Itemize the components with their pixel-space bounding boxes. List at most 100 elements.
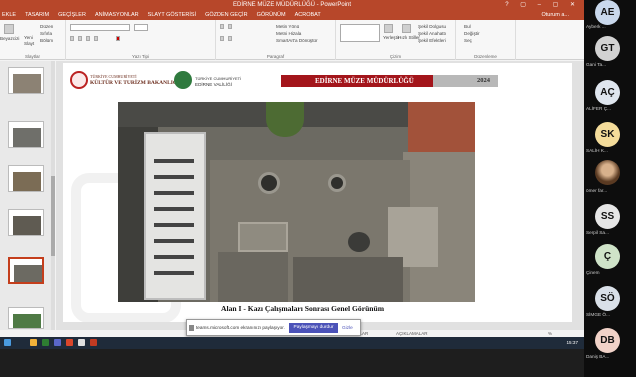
taskbar-clock: 15:37 bbox=[566, 340, 579, 345]
slide-thumbnail[interactable] bbox=[8, 165, 44, 192]
participant-avatar[interactable]: GT bbox=[595, 36, 620, 61]
find-button[interactable]: Bul bbox=[464, 24, 471, 29]
group-duzenleme: Bul Değiştir Seç Düzenleme bbox=[456, 20, 516, 60]
participant-name: ömer far... bbox=[586, 188, 608, 193]
excavation-aerial-photo bbox=[118, 102, 475, 302]
group-label-duzenleme: Düzenleme bbox=[474, 54, 497, 59]
acrobat-icon[interactable] bbox=[90, 339, 97, 346]
participant-avatar[interactable]: SS bbox=[595, 204, 620, 229]
participant-photo[interactable] bbox=[595, 160, 620, 185]
font-size-field[interactable] bbox=[134, 24, 148, 31]
excel-icon[interactable] bbox=[42, 339, 49, 346]
shapes-gallery[interactable] bbox=[340, 24, 380, 42]
museum-banner: EDİRNE MÜZE MÜDÜRLÜĞÜ 2024 bbox=[281, 75, 498, 87]
title-bar: EDİRNE MÜZE MÜDÜRLÜĞÜ - PowerPoint ? ▢ –… bbox=[0, 0, 584, 10]
slide-thumbnail-selected[interactable] bbox=[8, 257, 44, 284]
smartart-button[interactable]: SmartArt'a Dönüştür bbox=[276, 38, 317, 43]
slide-thumbnail[interactable] bbox=[8, 67, 44, 94]
screen-share-bar: teams.microsoft.com ekranınızı paylaşıyo… bbox=[186, 319, 361, 336]
slide-thumbnail[interactable] bbox=[8, 209, 44, 236]
powerpoint-icon[interactable] bbox=[66, 339, 73, 346]
share-message: teams.microsoft.com ekranınızı paylaşıyo… bbox=[196, 325, 285, 330]
window-controls[interactable]: ? ▢ – ▢ ✕ bbox=[505, 0, 580, 10]
participants-panel: AE Ayberk ... GT Gani Ta... AÇ ALİFER Ç.… bbox=[584, 0, 636, 377]
shadow-icon[interactable] bbox=[94, 36, 98, 41]
hide-share-bar-link[interactable]: Gizle bbox=[342, 325, 353, 330]
quick-styles-button[interactable]: Hızlı Stiller bbox=[398, 35, 420, 40]
tab-slayt-gosterisi[interactable]: SLAYT GÖSTERİSİ bbox=[148, 12, 196, 18]
tab-ekle[interactable]: EKLE bbox=[2, 12, 16, 18]
new-slide-label: Slayt bbox=[24, 41, 35, 46]
participant-name: ALİFER Ç... bbox=[586, 106, 612, 111]
stop-sharing-button[interactable]: Paylaşmayı durdur bbox=[289, 323, 338, 333]
align-text-button[interactable]: Metni Hizala bbox=[276, 31, 301, 36]
bullets-icon[interactable] bbox=[220, 24, 224, 29]
windows-start-icon[interactable] bbox=[4, 339, 11, 346]
ministry-line2: KÜLTÜR VE TURİZM BAKANLIĞI bbox=[90, 80, 180, 86]
font-color-icon[interactable] bbox=[116, 36, 120, 41]
reset-button[interactable]: Sıfırla bbox=[40, 31, 52, 36]
arrange-icon[interactable] bbox=[384, 24, 393, 33]
bold-icon[interactable] bbox=[70, 36, 74, 41]
teams-icon[interactable] bbox=[54, 339, 61, 346]
windows-taskbar: 15:37 bbox=[0, 337, 584, 349]
signin-link[interactable]: Oturum a... bbox=[541, 12, 569, 18]
participant-avatar[interactable]: SK bbox=[595, 122, 620, 147]
underline-icon[interactable] bbox=[86, 36, 90, 41]
participant-name: Ayberk ... bbox=[586, 24, 606, 29]
select-button[interactable]: Seç bbox=[464, 38, 472, 43]
tab-gozden-gecir[interactable]: GÖZDEN GEÇİR bbox=[205, 12, 247, 18]
chrome-icon[interactable] bbox=[78, 339, 85, 346]
slide-thumbnail[interactable] bbox=[8, 121, 44, 148]
group-label-paragraf: Paragraf bbox=[266, 54, 285, 59]
banner-year: 2024 bbox=[477, 77, 490, 84]
participant-avatar[interactable]: SÖ bbox=[595, 286, 620, 311]
group-yazi-tipi: Yazı Tipi bbox=[66, 20, 216, 60]
participant-name: Serpil Sa... bbox=[586, 230, 609, 235]
governorship-logo bbox=[174, 71, 192, 89]
file-explorer-icon[interactable] bbox=[30, 339, 37, 346]
shape-effects-button[interactable]: Şekil Efektleri bbox=[418, 38, 446, 43]
tab-gecisler[interactable]: GEÇİŞLER bbox=[58, 12, 86, 18]
powerpoint-window: EDİRNE MÜZE MÜDÜRLÜĞÜ - PowerPoint ? ▢ –… bbox=[0, 0, 584, 377]
align-center-icon[interactable] bbox=[228, 36, 232, 41]
section-button[interactable]: Bölüm bbox=[40, 38, 53, 43]
comments-button[interactable]: AÇIKLAMALAR bbox=[396, 331, 428, 336]
participant-avatar[interactable]: AÇ bbox=[595, 80, 620, 105]
banner-title: EDİRNE MÜZE MÜDÜRLÜĞÜ bbox=[315, 77, 414, 85]
group-label-cizim: Çizim bbox=[389, 54, 402, 59]
participant-name: Gani Ta... bbox=[586, 62, 606, 67]
tab-tasarim[interactable]: TASARIM bbox=[25, 12, 49, 18]
zoom-level[interactable]: % bbox=[548, 331, 552, 336]
layout-button[interactable]: Düzen bbox=[40, 24, 53, 29]
participant-avatar[interactable]: AE bbox=[595, 0, 620, 25]
window-title: EDİRNE MÜZE MÜDÜRLÜĞÜ - PowerPoint bbox=[232, 2, 352, 8]
group-label-slaytlar: Slaytlar bbox=[24, 54, 40, 59]
ribbon-label-clipboard: Beyazcizi bbox=[0, 36, 20, 41]
tab-gorunum[interactable]: GÖRÜNÜM bbox=[257, 12, 286, 18]
slide-caption: Alan I - Kazı Çalışmaları Sonrası Genel … bbox=[221, 304, 385, 313]
shape-outline-button[interactable]: Şekil Anahattı bbox=[418, 31, 446, 36]
participant-name: Çinem bbox=[586, 270, 600, 275]
group-label-yazi-tipi: Yazı Tipi bbox=[132, 54, 149, 59]
text-direction-button[interactable]: Metin Yönü bbox=[276, 24, 299, 29]
thumbnail-scrollbar[interactable] bbox=[51, 61, 55, 337]
participant-avatar[interactable]: Ç bbox=[595, 244, 620, 269]
replace-button[interactable]: Değiştir bbox=[464, 31, 480, 36]
italic-icon[interactable] bbox=[78, 36, 82, 41]
new-slide-button[interactable]: Yeni bbox=[24, 35, 33, 40]
quick-styles-icon[interactable] bbox=[402, 24, 411, 33]
current-slide[interactable]: TÜRKİYE CUMHURİYETİ KÜLTÜR VE TURİZM BAK… bbox=[63, 63, 572, 322]
governorship-name: TÜRKİYE CUMHURİYETİ EDİRNE VALİLİĞİ bbox=[195, 76, 241, 88]
shape-fill-button[interactable]: Şekil Dolgusu bbox=[418, 24, 446, 29]
font-name-field[interactable] bbox=[70, 24, 130, 31]
new-slide-icon[interactable] bbox=[4, 24, 14, 34]
tab-acrobat[interactable]: ACROBAT bbox=[295, 12, 321, 18]
participant-avatar[interactable]: DB bbox=[595, 328, 620, 353]
numbering-icon[interactable] bbox=[228, 24, 232, 29]
slide-thumbnail[interactable] bbox=[8, 307, 44, 329]
align-left-icon[interactable] bbox=[220, 36, 224, 41]
tab-animasyonlar[interactable]: ANİMASYONLAR bbox=[95, 12, 139, 18]
participant-name: SİMGE Ö... bbox=[586, 312, 610, 317]
arrange-button[interactable]: Yerleştir bbox=[383, 35, 399, 40]
